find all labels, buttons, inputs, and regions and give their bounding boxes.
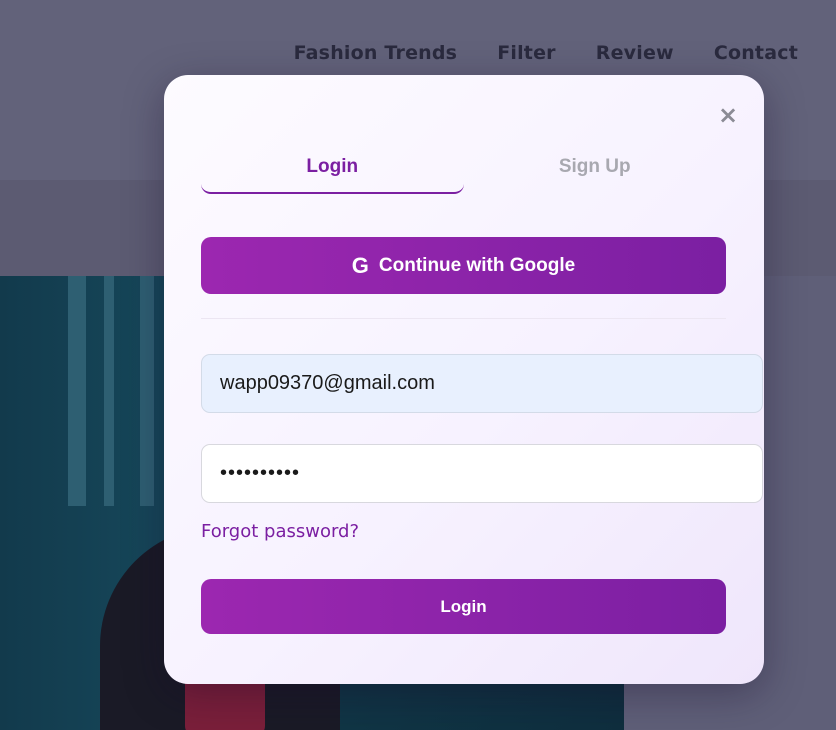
nav-link-review[interactable]: Review (596, 42, 674, 64)
google-signin-label: Continue with Google (378, 254, 576, 276)
forgot-password-link[interactable]: Forgot password? (201, 521, 359, 542)
photo-curtain (140, 276, 154, 506)
password-field[interactable] (201, 444, 763, 503)
photo-curtain (68, 276, 86, 506)
auth-tabs: Login Sign Up (201, 150, 726, 194)
nav-link-fashion-trends[interactable]: Fashion Trends (294, 42, 458, 64)
tab-signup[interactable]: Sign Up (464, 150, 727, 194)
tab-login[interactable]: Login (201, 150, 464, 194)
google-icon: G (351, 252, 369, 278)
email-field[interactable] (201, 354, 763, 413)
nav-link-contact[interactable]: Contact (714, 42, 798, 64)
close-icon[interactable]: × (717, 103, 739, 127)
background-nav: Fashion Trends Filter Review Contact (294, 42, 798, 64)
divider (201, 318, 726, 319)
nav-link-filter[interactable]: Filter (497, 42, 556, 64)
login-modal: × Login Sign Up G Continue with Google F… (164, 75, 764, 684)
photo-curtain (104, 276, 114, 506)
google-signin-button[interactable]: G Continue with Google (201, 237, 726, 294)
login-button[interactable]: Login (201, 579, 726, 634)
